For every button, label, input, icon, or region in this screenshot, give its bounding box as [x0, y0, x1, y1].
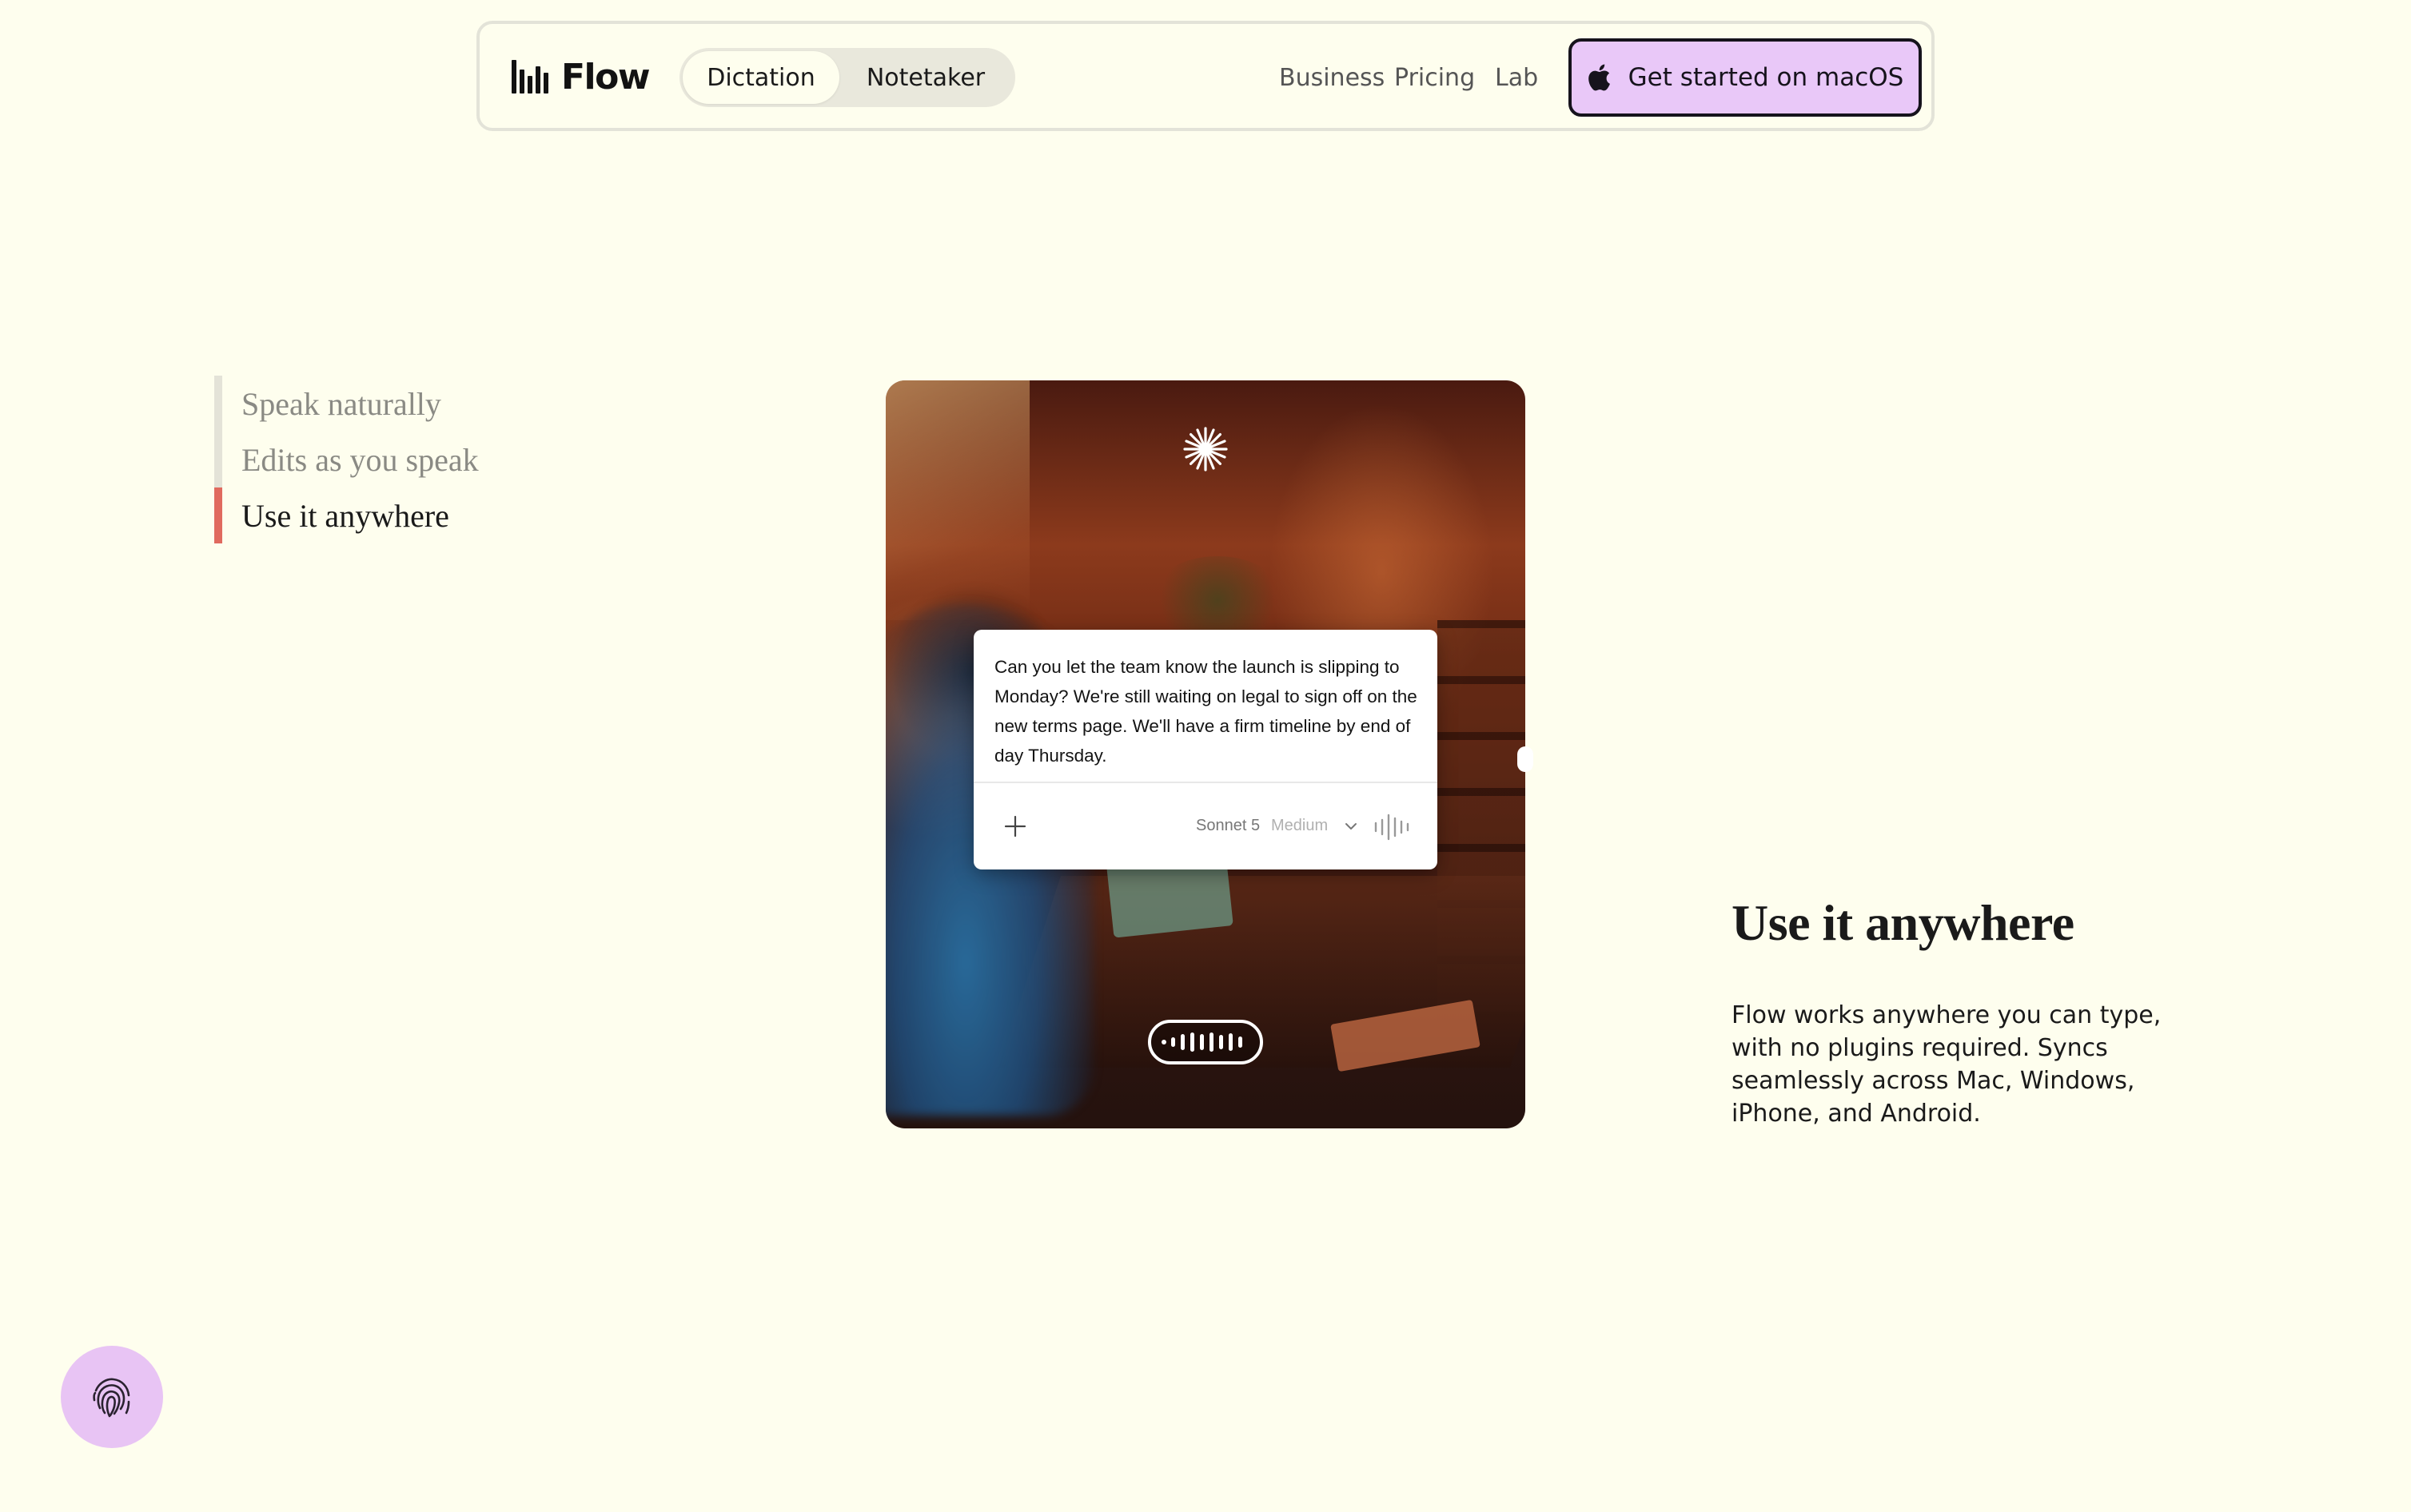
feature-item-use-it-anywhere[interactable]: Use it anywhere — [214, 487, 534, 543]
chevron-down-icon[interactable] — [1343, 818, 1359, 834]
get-started-macos-button[interactable]: Get started on macOS — [1568, 38, 1922, 117]
nav-link-pricing[interactable]: Pricing — [1394, 62, 1475, 94]
fingerprint-button[interactable] — [61, 1346, 163, 1448]
sparkle-icon — [1183, 427, 1228, 472]
plus-icon[interactable] — [1002, 814, 1028, 839]
logo-wordmark: Flow — [561, 56, 651, 97]
dictation-divider — [974, 782, 1437, 783]
recording-indicator[interactable] — [1148, 1020, 1263, 1064]
mode-toggle: Dictation Notetaker — [679, 48, 1015, 107]
waveform-icon[interactable] — [1373, 814, 1410, 841]
recording-waveform-icon — [1162, 1033, 1242, 1052]
nav-link-business[interactable]: Business — [1279, 62, 1385, 94]
feature-list: Speak naturally Edits as you speak Use i… — [214, 376, 534, 543]
feature-item-speak-naturally[interactable]: Speak naturally — [214, 376, 534, 432]
section-description: Flow works anywhere you can type, with n… — [1732, 1001, 2162, 1128]
dictation-text: Can you let the team know the launch is … — [994, 657, 1417, 766]
carousel-handle[interactable] — [1517, 746, 1533, 772]
tab-notetaker[interactable]: Notetaker — [839, 51, 1012, 104]
tab-dictation[interactable]: Dictation — [683, 51, 839, 104]
feature-item-edits-as-you-speak[interactable]: Edits as you speak — [214, 432, 534, 487]
section-headline: Use it anywhere — [1732, 894, 2074, 951]
cta-label: Get started on macOS — [1628, 63, 1904, 92]
apple-icon — [1588, 64, 1610, 91]
model-name: Sonnet 5 — [1196, 817, 1261, 834]
dictation-input-box[interactable]: Can you let the team know the launch is … — [974, 630, 1437, 869]
nav-link-lab[interactable]: Lab — [1495, 62, 1538, 94]
flow-logo[interactable]: Flow — [512, 56, 651, 97]
top-navigation: Flow Dictation Notetaker Business Pricin… — [476, 21, 1935, 131]
model-level-select[interactable]: Medium — [1271, 817, 1328, 835]
demo-video[interactable]: Can you let the team know the launch is … — [886, 380, 1525, 1128]
waveform-bars-icon — [512, 60, 548, 94]
fingerprint-icon — [93, 1378, 130, 1418]
